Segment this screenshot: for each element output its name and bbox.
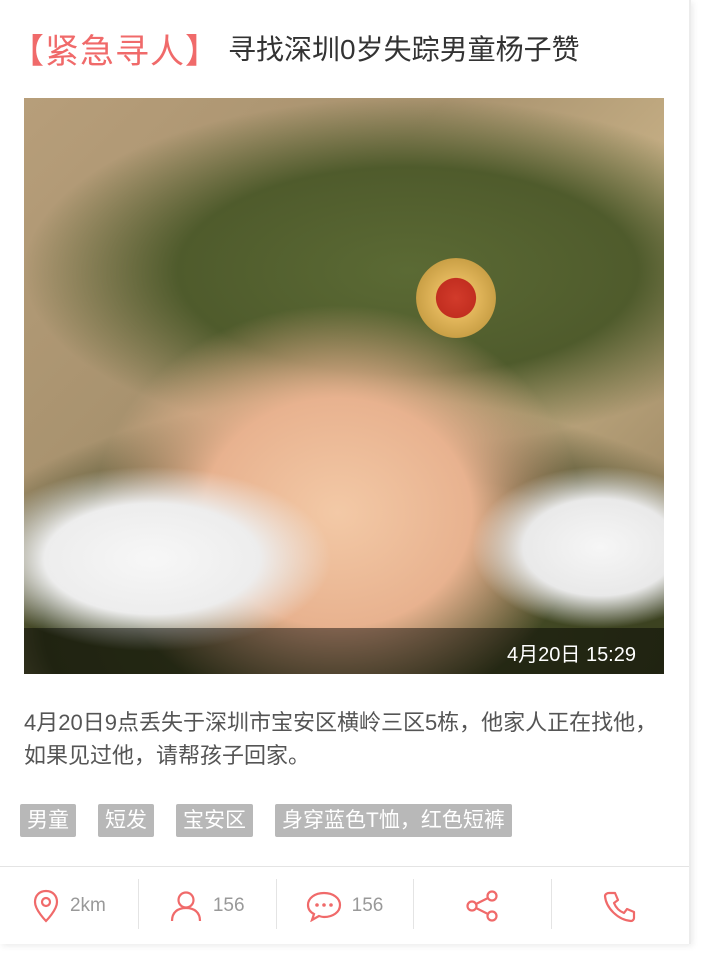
location-pin-icon xyxy=(33,889,59,923)
action-bar: 2km 156 156 xyxy=(0,866,689,945)
tag-gender: 男童 xyxy=(20,804,76,837)
tag-list: 男童 短发 宝安区 身穿蓝色T恤，红色短裤 xyxy=(20,804,512,837)
tag-district: 宝安区 xyxy=(176,804,253,837)
comments-count: 156 xyxy=(351,895,384,916)
post-description: 4月20日9点丢失于深圳市宝安区横岭三区5栋，他家人正在找他，如果见过他，请帮孩… xyxy=(24,710,658,768)
missing-child-card: 【紧急寻人】 寻找深圳0岁失踪男童杨子赞 4月20日 15:29 4月20日9点… xyxy=(0,0,691,944)
followers-button[interactable]: 156 xyxy=(137,867,276,945)
distance-label: 2km xyxy=(69,895,106,916)
photo-timestamp: 4月20日 15:29 xyxy=(507,644,636,666)
share-icon xyxy=(466,890,498,922)
tag-clothing: 身穿蓝色T恤，红色短裤 xyxy=(275,804,512,837)
post-title: 【紧急寻人】 寻找深圳0岁失踪男童杨子赞 xyxy=(10,24,580,72)
call-button[interactable] xyxy=(551,867,689,945)
urgent-tag: 【紧急寻人】 xyxy=(10,32,220,71)
hat-badge xyxy=(416,258,496,338)
share-button[interactable] xyxy=(413,867,551,945)
child-photo[interactable]: 4月20日 15:29 xyxy=(24,98,664,674)
comment-bubble-icon xyxy=(306,891,341,922)
person-icon xyxy=(170,891,201,922)
phone-icon xyxy=(603,891,636,923)
title-text[interactable]: 寻找深圳0岁失踪男童杨子赞 xyxy=(228,28,580,68)
followers-count: 156 xyxy=(212,895,245,916)
photo-timestamp-overlay: 4月20日 15:29 xyxy=(24,628,664,674)
comments-button[interactable]: 156 xyxy=(275,867,414,945)
tag-hair: 短发 xyxy=(98,804,154,837)
distance-button[interactable]: 2km xyxy=(0,867,138,945)
